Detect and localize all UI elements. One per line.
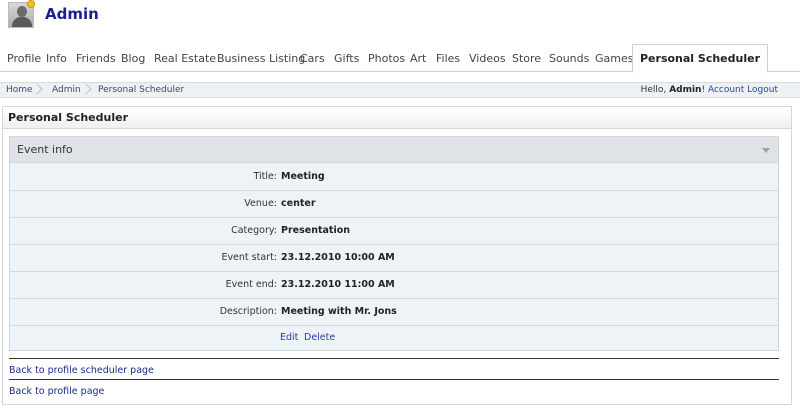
tab-info[interactable]: Info <box>46 52 67 65</box>
field-value-title: Meeting <box>281 171 325 182</box>
tab-cars[interactable]: Cars <box>300 52 325 65</box>
back-to-scheduler-link[interactable]: Back to profile scheduler page <box>9 365 154 376</box>
tab-store[interactable]: Store <box>512 52 541 65</box>
field-value-venue: center <box>281 198 316 209</box>
field-value-event-end: 23.12.2010 11:00 AM <box>281 279 395 290</box>
breadcrumb-current: Personal Scheduler <box>98 85 185 95</box>
field-label-title: Title: <box>253 171 277 182</box>
profile-header: Admin <box>0 0 800 40</box>
event-field-row: Event start: 23.12.2010 10:00 AM <box>10 245 778 272</box>
tab-real-estate[interactable]: Real Estate <box>154 52 216 65</box>
field-value-category: Presentation <box>281 225 350 236</box>
event-actions: Edit Delete <box>10 326 778 351</box>
back-to-profile-link[interactable]: Back to profile page <box>9 386 104 397</box>
profile-username[interactable]: Admin <box>45 5 99 23</box>
greeting-username: Admin <box>669 85 702 95</box>
divider <box>9 379 779 380</box>
avatar-body-shape <box>12 17 32 27</box>
divider <box>9 358 779 359</box>
breadcrumb-admin[interactable]: Admin <box>52 85 81 95</box>
breadcrumb-separator-icon <box>33 83 43 97</box>
event-info-heading: Event info <box>17 143 73 156</box>
tab-videos[interactable]: Videos <box>469 52 506 65</box>
tab-blog[interactable]: Blog <box>121 52 145 65</box>
field-label-description: Description: <box>219 306 277 317</box>
event-field-row: Event end: 23.12.2010 11:00 AM <box>10 272 778 299</box>
user-greeting: Hello, Admin! Account Logout <box>641 85 778 95</box>
field-label-event-start: Event start: <box>221 252 277 263</box>
collapse-chevron-icon[interactable] <box>762 148 770 153</box>
field-value-event-start: 23.12.2010 10:00 AM <box>281 252 395 263</box>
tab-files[interactable]: Files <box>436 52 460 65</box>
field-label-venue: Venue: <box>244 198 277 209</box>
tab-sounds[interactable]: Sounds <box>549 52 589 65</box>
event-field-row: Description: Meeting with Mr. Jons <box>10 299 778 326</box>
tab-friends[interactable]: Friends <box>76 52 116 65</box>
greeting-text: Hello, <box>640 85 667 95</box>
field-label-event-end: Event end: <box>225 279 277 290</box>
tab-photos[interactable]: Photos <box>368 52 405 65</box>
field-value-description: Meeting with Mr. Jons <box>281 306 397 317</box>
edit-link[interactable]: Edit <box>280 332 298 343</box>
tab-business-listing[interactable]: Business Listing <box>217 52 305 65</box>
event-info-header[interactable]: Event info <box>10 137 778 163</box>
online-status-icon <box>27 0 35 8</box>
event-field-row: Title: Meeting <box>10 164 778 191</box>
tab-personal-scheduler[interactable]: Personal Scheduler <box>632 44 769 73</box>
delete-link[interactable]: Delete <box>304 332 335 343</box>
greeting-exclaim: ! <box>701 85 706 95</box>
tab-art[interactable]: Art <box>410 52 426 65</box>
profile-tabs: Profile Info Friends Blog Real Estate Bu… <box>0 44 800 73</box>
logout-link[interactable]: Logout <box>747 85 778 95</box>
panel-title: Personal Scheduler <box>2 106 792 128</box>
field-label-category: Category: <box>231 225 277 236</box>
event-field-row: Venue: center <box>10 191 778 218</box>
tab-profile[interactable]: Profile <box>7 52 41 65</box>
avatar-head-shape <box>17 6 27 17</box>
event-field-row: Category: Presentation <box>10 218 778 245</box>
event-info-box: Event info Title: Meeting Venue: center … <box>9 136 779 351</box>
tab-gifts[interactable]: Gifts <box>334 52 359 65</box>
scheduler-content: Event info Title: Meeting Venue: center … <box>2 128 792 405</box>
account-link[interactable]: Account <box>708 85 744 95</box>
breadcrumb-separator-icon <box>82 83 92 97</box>
tab-games[interactable]: Games <box>595 52 633 65</box>
breadcrumb: Home Admin Personal Scheduler Hello, Adm… <box>0 82 800 98</box>
breadcrumb-home[interactable]: Home <box>6 85 33 95</box>
